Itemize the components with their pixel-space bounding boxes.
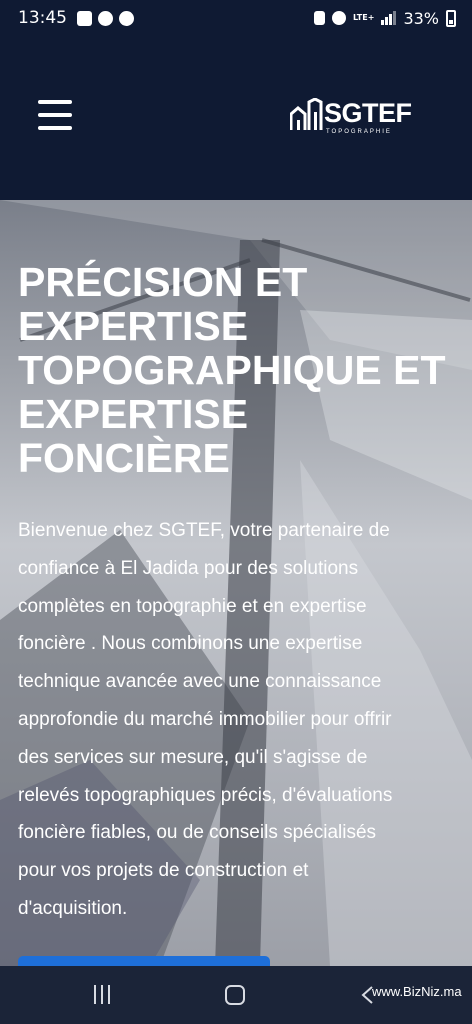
- site-header: SGTEF TOPOGRAPHIE: [0, 36, 472, 200]
- hero-description: Bienvenue chez SGTEF, votre partenaire d…: [18, 520, 393, 919]
- nfc-icon: [314, 11, 326, 25]
- sgtef-logo[interactable]: SGTEF TOPOGRAPHIE: [290, 96, 412, 140]
- system-navigation-bar: www.BizNiz.ma: [0, 966, 472, 1024]
- signal-icon: [381, 11, 397, 25]
- status-bar: 13:45 LTE+ 33%: [0, 0, 472, 36]
- home-icon[interactable]: [225, 985, 245, 1005]
- logo-text: SGTEF: [324, 98, 412, 128]
- battery-icon: [446, 9, 456, 27]
- status-system-icons: LTE+ 33%: [314, 9, 456, 28]
- building-logo-icon: [290, 98, 323, 130]
- phone-icon: [98, 10, 113, 26]
- gallery-icon: [77, 10, 92, 26]
- hero-title: PRÉCISION ET EXPERTISE TOPOGRAPHIQUE ET …: [18, 259, 446, 481]
- hero-cta-button[interactable]: [18, 956, 270, 966]
- hotspot-icon: [332, 11, 347, 25]
- biznis-watermark: www.BizNiz.ma: [372, 984, 462, 999]
- message-icon: [119, 10, 134, 26]
- hero-section: PRÉCISION ET EXPERTISE TOPOGRAPHIQUE ET …: [0, 200, 472, 966]
- recents-icon[interactable]: [94, 985, 112, 1004]
- status-notification-icons: [77, 10, 134, 26]
- hamburger-menu-button[interactable]: [38, 100, 72, 130]
- status-time: 13:45: [18, 8, 67, 28]
- logo-subtitle: TOPOGRAPHIE: [326, 129, 392, 135]
- battery-percent: 33%: [403, 8, 439, 28]
- network-type: LTE+: [353, 13, 375, 22]
